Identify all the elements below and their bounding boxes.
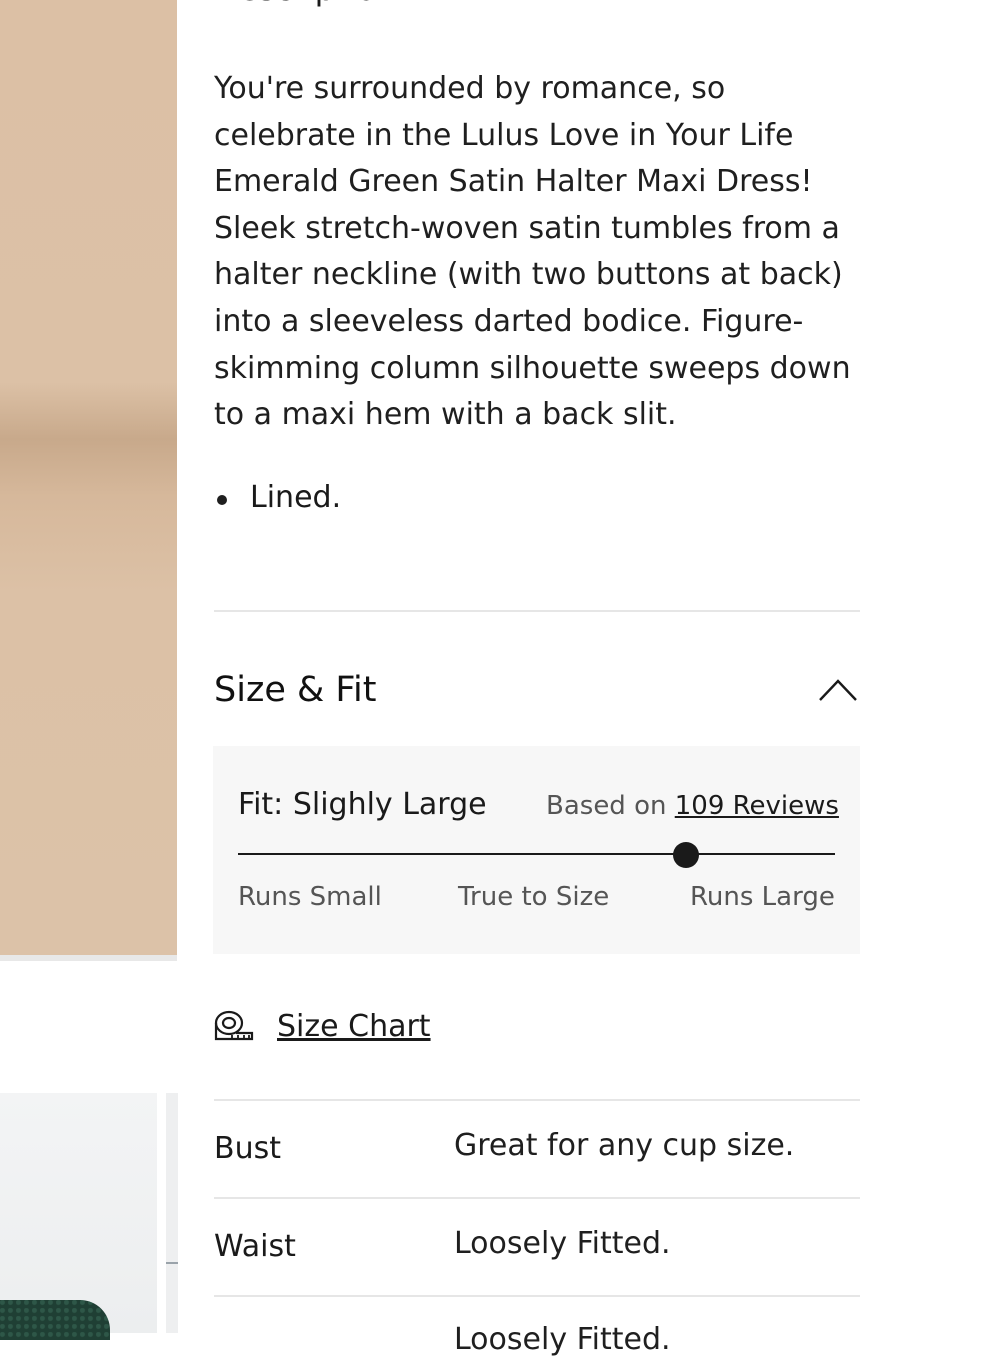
product-thumbnail-next[interactable]: [166, 1093, 178, 1333]
scale-label-true: True to Size: [458, 882, 610, 912]
fit-label: Fit: Slighly Large: [238, 787, 487, 822]
scale-label-small: Runs Small: [238, 882, 382, 912]
measuring-tape-icon: [214, 1010, 254, 1041]
row-divider: [214, 1099, 860, 1101]
bullet-item: Lined.: [214, 476, 341, 520]
fit-row-value-waist: Loosely Fitted.: [454, 1226, 671, 1261]
thumbnail-dress-detail: [0, 1300, 110, 1340]
fit-row-label-bust: Bust: [214, 1131, 281, 1166]
reviews-summary: Based on 109 Reviews: [546, 791, 839, 821]
fit-summary-box: [213, 746, 860, 954]
product-thumbnail[interactable]: [0, 1093, 157, 1333]
thumbnail-detail: [166, 1262, 178, 1264]
description-heading: Description: [214, 0, 396, 8]
description-text: You're surrounded by romance, so celebra…: [214, 71, 851, 433]
image-divider: [0, 955, 177, 961]
size-chart-label: Size Chart: [277, 1008, 431, 1044]
bullet-text: Lined.: [250, 480, 342, 515]
scale-label-large: Runs Large: [690, 882, 835, 912]
product-image[interactable]: [0, 0, 177, 955]
row-divider: [214, 1197, 860, 1199]
size-chart-link[interactable]: Size Chart: [214, 1006, 431, 1046]
section-divider: [214, 610, 860, 612]
chevron-up-icon[interactable]: [818, 676, 858, 702]
fit-scale-track: [238, 853, 835, 855]
size-fit-title[interactable]: Size & Fit: [214, 670, 376, 710]
description-bullets: Lined.: [214, 476, 341, 520]
bullet-dot: [217, 495, 227, 505]
row-divider: [214, 1295, 860, 1297]
reviews-link[interactable]: 109 Reviews: [675, 791, 839, 821]
fit-row-value-clipped: Loosely Fitted.: [454, 1322, 671, 1357]
fit-scale-indicator: [672, 842, 699, 868]
fit-row-value-bust: Great for any cup size.: [454, 1128, 795, 1163]
based-on-text: Based on: [546, 791, 667, 821]
fit-row-label-waist: Waist: [214, 1229, 296, 1264]
